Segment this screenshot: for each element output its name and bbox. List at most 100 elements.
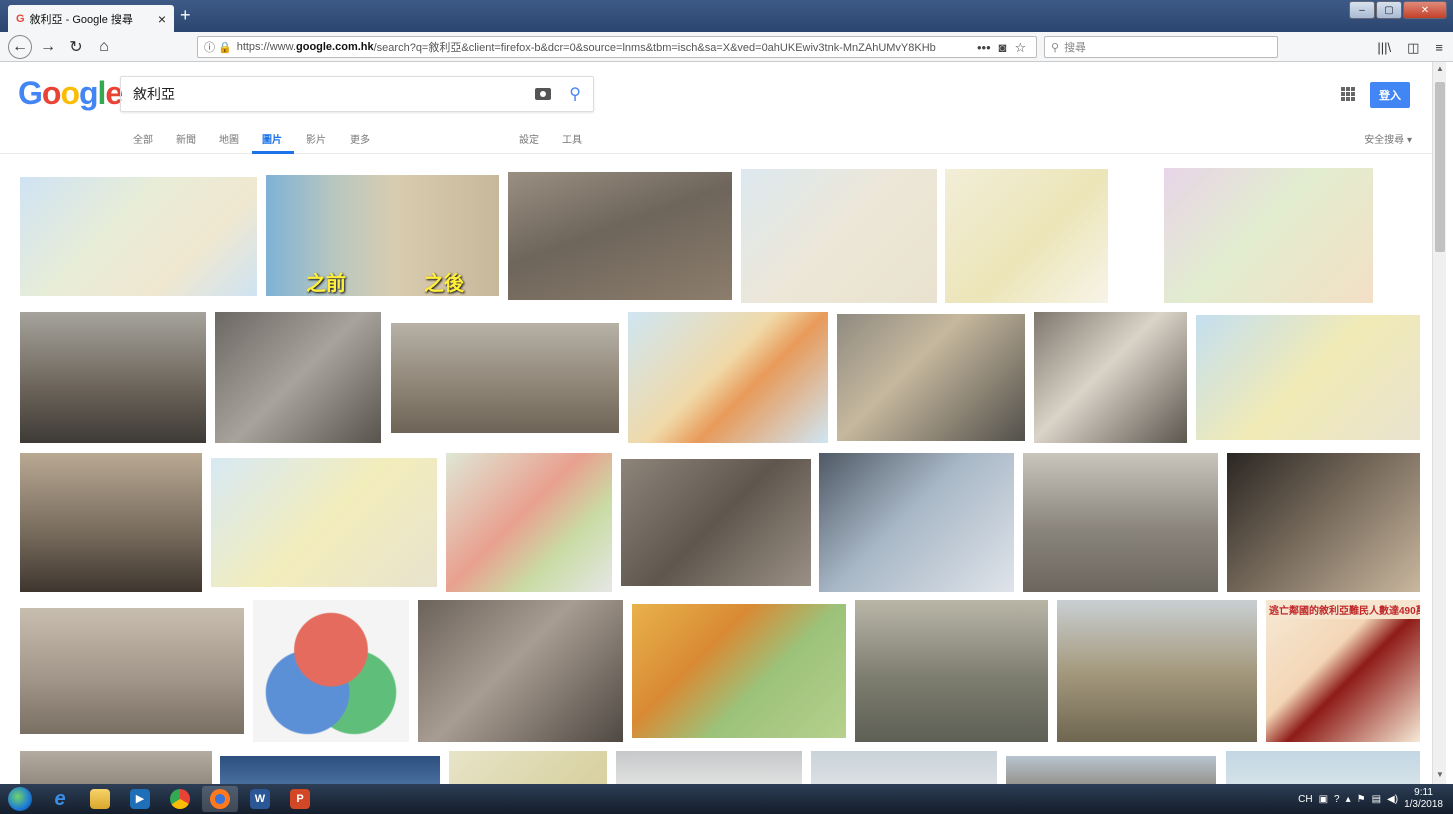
image-result-rubble[interactable]	[391, 323, 619, 433]
image-result-map[interactable]	[945, 169, 1108, 303]
image-result-destroyed-city[interactable]	[1023, 453, 1218, 592]
close-tab-icon[interactable]: ×	[158, 11, 166, 27]
image-result-collapsed-building[interactable]	[418, 600, 623, 742]
tab-more[interactable]: 更多	[350, 131, 370, 146]
info-icon[interactable]: ⓘ	[204, 39, 215, 55]
apps-grid-icon[interactable]	[1341, 87, 1355, 101]
address-bar[interactable]: ⓘ 🔒 https://www. google.com.hk/search?q=敘…	[197, 36, 1037, 58]
taskbar-chrome[interactable]	[162, 786, 198, 812]
active-tab-indicator	[252, 151, 294, 154]
tab-maps[interactable]: 地圖	[219, 131, 239, 146]
logo-letter: o	[41, 75, 62, 111]
image-result-venn-diagram[interactable]	[253, 600, 409, 742]
image-result-partial[interactable]	[1226, 751, 1420, 784]
image-result-partial[interactable]	[1006, 756, 1216, 784]
forward-button[interactable]: →	[36, 35, 60, 59]
image-result-map[interactable]	[211, 458, 437, 587]
image-result-domes[interactable]	[855, 600, 1048, 742]
system-tray: CH ▣ ? ▴ ⚑ ▤ ◀) 9:11 1/3/2018	[1298, 784, 1443, 814]
powerpoint-icon: P	[290, 789, 310, 809]
image-result-partial[interactable]	[449, 751, 607, 784]
taskbar-media-player[interactable]: ▶	[122, 786, 158, 812]
camera-icon[interactable]	[535, 88, 552, 100]
image-result-map[interactable]	[1196, 315, 1420, 440]
image-result-partial[interactable]	[20, 751, 212, 784]
image-result-rescue[interactable]	[837, 314, 1025, 441]
sidebar-icon[interactable]: ◫	[1407, 40, 1419, 56]
image-result-map[interactable]	[628, 312, 828, 443]
scroll-up-icon[interactable]: ▲	[1435, 64, 1445, 76]
scroll-down-icon[interactable]: ▼	[1435, 770, 1445, 782]
taskbar-firefox[interactable]	[202, 786, 238, 812]
image-result-ruins-street[interactable]	[508, 172, 732, 300]
caption-after: 之後	[424, 273, 464, 295]
image-result-map[interactable]	[632, 604, 846, 738]
sign-in-button[interactable]: 登入	[1370, 82, 1410, 108]
maximize-button[interactable]: ▢	[1376, 1, 1402, 19]
tab-strip: G 敘利亞 - Google 搜尋 × + – ▢ ✕	[0, 0, 1453, 32]
windows-logo-icon	[8, 787, 32, 811]
image-result-partial[interactable]	[616, 751, 802, 784]
image-result-tanks[interactable]	[1057, 600, 1257, 742]
tab-tools[interactable]: 工具	[562, 131, 582, 146]
browser-tab[interactable]: G 敘利亞 - Google 搜尋 ×	[8, 5, 174, 32]
bookmark-star-icon[interactable]: ☆	[1015, 40, 1027, 56]
taskbar-explorer[interactable]	[82, 786, 118, 812]
image-result-partial[interactable]	[220, 756, 440, 784]
vertical-scrollbar[interactable]: ▲ ▼	[1432, 62, 1446, 784]
network-icon[interactable]: ▤	[1372, 794, 1381, 805]
help-icon[interactable]: ?	[1334, 794, 1340, 805]
image-result-map[interactable]	[446, 453, 612, 592]
image-result-map[interactable]	[741, 169, 937, 303]
clock[interactable]: 9:11 1/3/2018	[1404, 787, 1443, 811]
image-result-refugee-map[interactable]: 逃亡鄰國的敘利亞難民人數達490萬	[1266, 600, 1420, 742]
show-hidden-icons-icon[interactable]: ▴	[1346, 794, 1351, 805]
tab-images[interactable]: 圖片	[262, 131, 282, 146]
image-result-rescue[interactable]	[1034, 312, 1187, 443]
volume-icon[interactable]: ◀)	[1387, 794, 1398, 805]
browser-search-field[interactable]: ⚲ 搜尋	[1044, 36, 1278, 58]
image-result-map[interactable]	[1164, 168, 1373, 303]
image-result-ruined-alley[interactable]	[20, 608, 244, 734]
language-indicator[interactable]: CH	[1298, 794, 1312, 805]
image-result-crowd-ruins[interactable]	[20, 312, 206, 443]
ime-icon[interactable]: ▣	[1319, 794, 1328, 805]
action-center-flag-icon[interactable]: ⚑	[1357, 794, 1366, 805]
tab-videos[interactable]: 影片	[306, 131, 326, 146]
taskbar-powerpoint[interactable]: P	[282, 786, 318, 812]
close-window-button[interactable]: ✕	[1403, 1, 1447, 19]
refugee-map-title: 逃亡鄰國的敘利亞難民人數達490萬	[1266, 600, 1420, 619]
taskbar-word[interactable]: W	[242, 786, 278, 812]
search-input[interactable]: 敘利亞 ⚲	[120, 76, 594, 112]
minimize-button[interactable]: –	[1349, 1, 1375, 19]
back-button[interactable]: ←	[8, 34, 32, 59]
start-button[interactable]	[2, 786, 38, 812]
clock-time: 9:11	[1414, 787, 1433, 798]
image-result-fighters[interactable]	[20, 453, 202, 592]
taskbar-ie[interactable]: e	[42, 786, 78, 812]
toolbar-icons: |||\ ◫ ≡	[1377, 40, 1443, 56]
library-icon[interactable]: |||\	[1377, 40, 1391, 56]
image-result-video[interactable]	[1227, 453, 1420, 592]
image-result-partial[interactable]	[811, 751, 997, 784]
tab-all[interactable]: 全部	[133, 131, 153, 146]
reload-button[interactable]: ↻	[64, 35, 88, 59]
new-tab-button[interactable]: +	[180, 5, 191, 25]
image-result-map[interactable]	[20, 177, 257, 296]
chrome-icon	[170, 789, 190, 809]
search-icon[interactable]: ⚲	[569, 84, 581, 104]
tab-news[interactable]: 新聞	[176, 131, 196, 146]
home-icon: ⌂	[99, 37, 109, 55]
hamburger-menu-icon[interactable]: ≡	[1435, 40, 1443, 56]
tab-settings[interactable]: 設定	[519, 131, 539, 146]
image-result-hospital[interactable]	[819, 453, 1014, 592]
scrollbar-thumb[interactable]	[1435, 82, 1445, 252]
image-result-before-after[interactable]: 之前 之後	[266, 175, 499, 296]
pocket-icon[interactable]: ◙	[999, 40, 1007, 56]
image-result-child-ruins[interactable]	[621, 459, 811, 586]
page-actions-menu-icon[interactable]: •••	[977, 40, 991, 56]
google-logo[interactable]: Google	[18, 75, 123, 112]
safesearch-dropdown[interactable]: 安全搜尋 ▾	[1364, 131, 1412, 146]
image-result-child[interactable]	[215, 312, 381, 443]
home-button[interactable]: ⌂	[92, 35, 116, 59]
